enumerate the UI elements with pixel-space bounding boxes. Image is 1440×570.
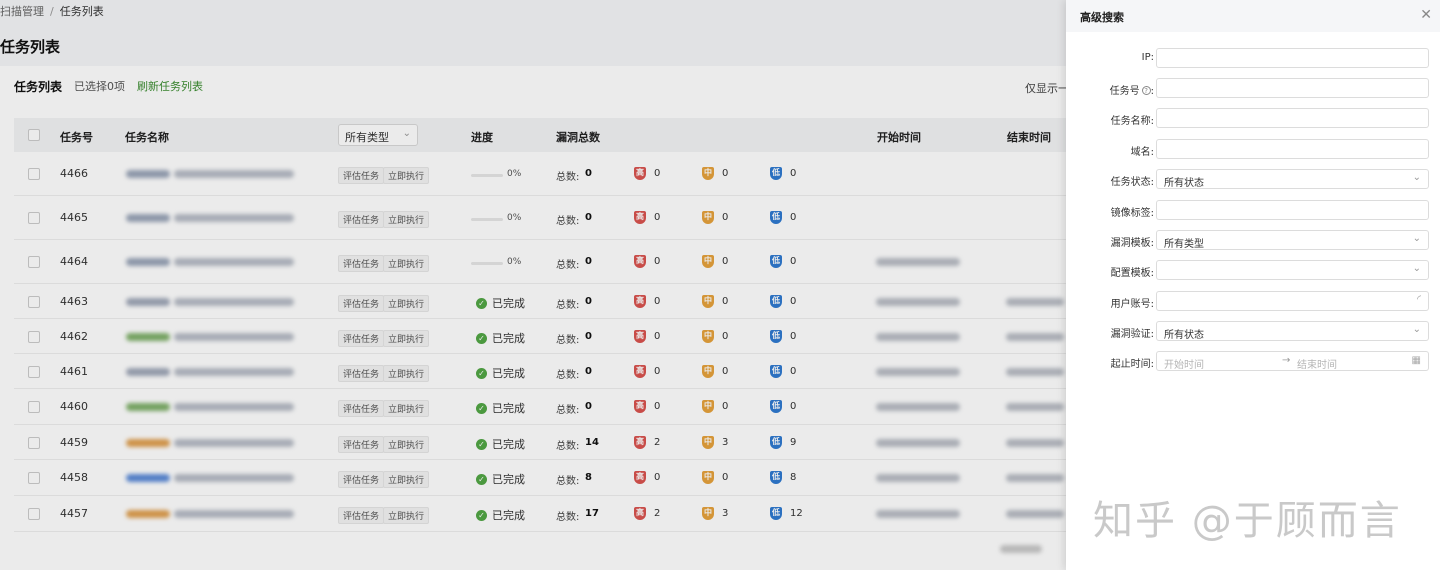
drawer-header: 高级搜索 ✕: [1066, 0, 1440, 32]
drawer-mask[interactable]: [0, 0, 1066, 570]
task-no-label: 任务号?:: [1110, 82, 1154, 97]
ip-label: IP:: [1141, 52, 1154, 63]
task-status-value: 所有状态: [1164, 178, 1204, 189]
image-tag-input[interactable]: [1156, 200, 1429, 220]
task-no-label-text: 任务号: [1109, 86, 1140, 97]
end-time-input[interactable]: 结束时间: [1297, 356, 1337, 371]
chevron-down-icon: ⌄: [1412, 172, 1421, 183]
time-range-picker[interactable]: 开始时间 → 结束时间 ▦: [1156, 351, 1429, 371]
vuln-verify-value: 所有状态: [1164, 330, 1204, 341]
field-vuln-template: 漏洞模板: 所有类型 ⌄: [1066, 230, 1440, 250]
loading-spinner-icon: ◜: [1417, 294, 1421, 305]
watermark: 知乎 @于顾而言: [1093, 498, 1402, 544]
chevron-down-icon: ⌄: [1412, 263, 1421, 274]
field-vuln-verify: 漏洞验证: 所有状态 ⌄: [1066, 321, 1440, 341]
field-config-template: 配置模板: ⌄: [1066, 260, 1440, 280]
field-task-name: 任务名称:: [1066, 108, 1440, 128]
chevron-down-icon: ⌄: [1412, 233, 1421, 244]
arrow-right-icon: →: [1282, 355, 1291, 366]
task-name-input[interactable]: [1156, 108, 1429, 128]
task-status-select[interactable]: 所有状态 ⌄: [1156, 169, 1429, 189]
field-task-status: 任务状态: 所有状态 ⌄: [1066, 169, 1440, 189]
vuln-verify-select[interactable]: 所有状态 ⌄: [1156, 321, 1429, 341]
drawer-title: 高级搜索: [1080, 11, 1124, 24]
field-image-tag: 镜像标签:: [1066, 200, 1440, 220]
vuln-template-label: 漏洞模板:: [1110, 238, 1154, 249]
close-icon[interactable]: ✕: [1420, 7, 1432, 23]
calendar-icon[interactable]: ▦: [1412, 355, 1421, 366]
task-status-label: 任务状态:: [1110, 177, 1154, 188]
field-task-no: 任务号?:: [1066, 78, 1440, 98]
vuln-template-value: 所有类型: [1164, 239, 1204, 250]
domain-input[interactable]: [1156, 139, 1429, 159]
field-time-range: 起止时间: 开始时间 → 结束时间 ▦: [1066, 351, 1440, 371]
image-tag-label: 镜像标签:: [1110, 208, 1154, 219]
domain-label: 域名:: [1130, 147, 1154, 158]
field-ip: IP:: [1066, 48, 1440, 68]
vuln-template-select[interactable]: 所有类型 ⌄: [1156, 230, 1429, 250]
ip-input[interactable]: [1156, 48, 1429, 68]
question-circle-icon[interactable]: ?: [1141, 86, 1151, 95]
field-user-account: 用户账号: ◜: [1066, 291, 1440, 311]
user-account-select[interactable]: ◜: [1156, 291, 1429, 311]
task-name-label: 任务名称:: [1110, 116, 1154, 127]
start-time-input[interactable]: 开始时间: [1164, 360, 1204, 371]
vuln-verify-label: 漏洞验证:: [1110, 329, 1154, 340]
chevron-down-icon: ⌄: [1412, 324, 1421, 335]
task-no-input[interactable]: [1156, 78, 1429, 98]
config-template-select[interactable]: ⌄: [1156, 260, 1429, 280]
config-template-label: 配置模板:: [1110, 268, 1154, 279]
time-range-label: 起止时间:: [1110, 359, 1154, 370]
advanced-search-drawer: 高级搜索 ✕ IP: 任务号?: 任务名称: 域名: 任务状态: 所有状态 ⌄ …: [1066, 0, 1440, 570]
field-domain: 域名:: [1066, 139, 1440, 159]
user-account-label: 用户账号:: [1110, 299, 1154, 310]
task-no-label-colon: :: [1150, 86, 1154, 97]
